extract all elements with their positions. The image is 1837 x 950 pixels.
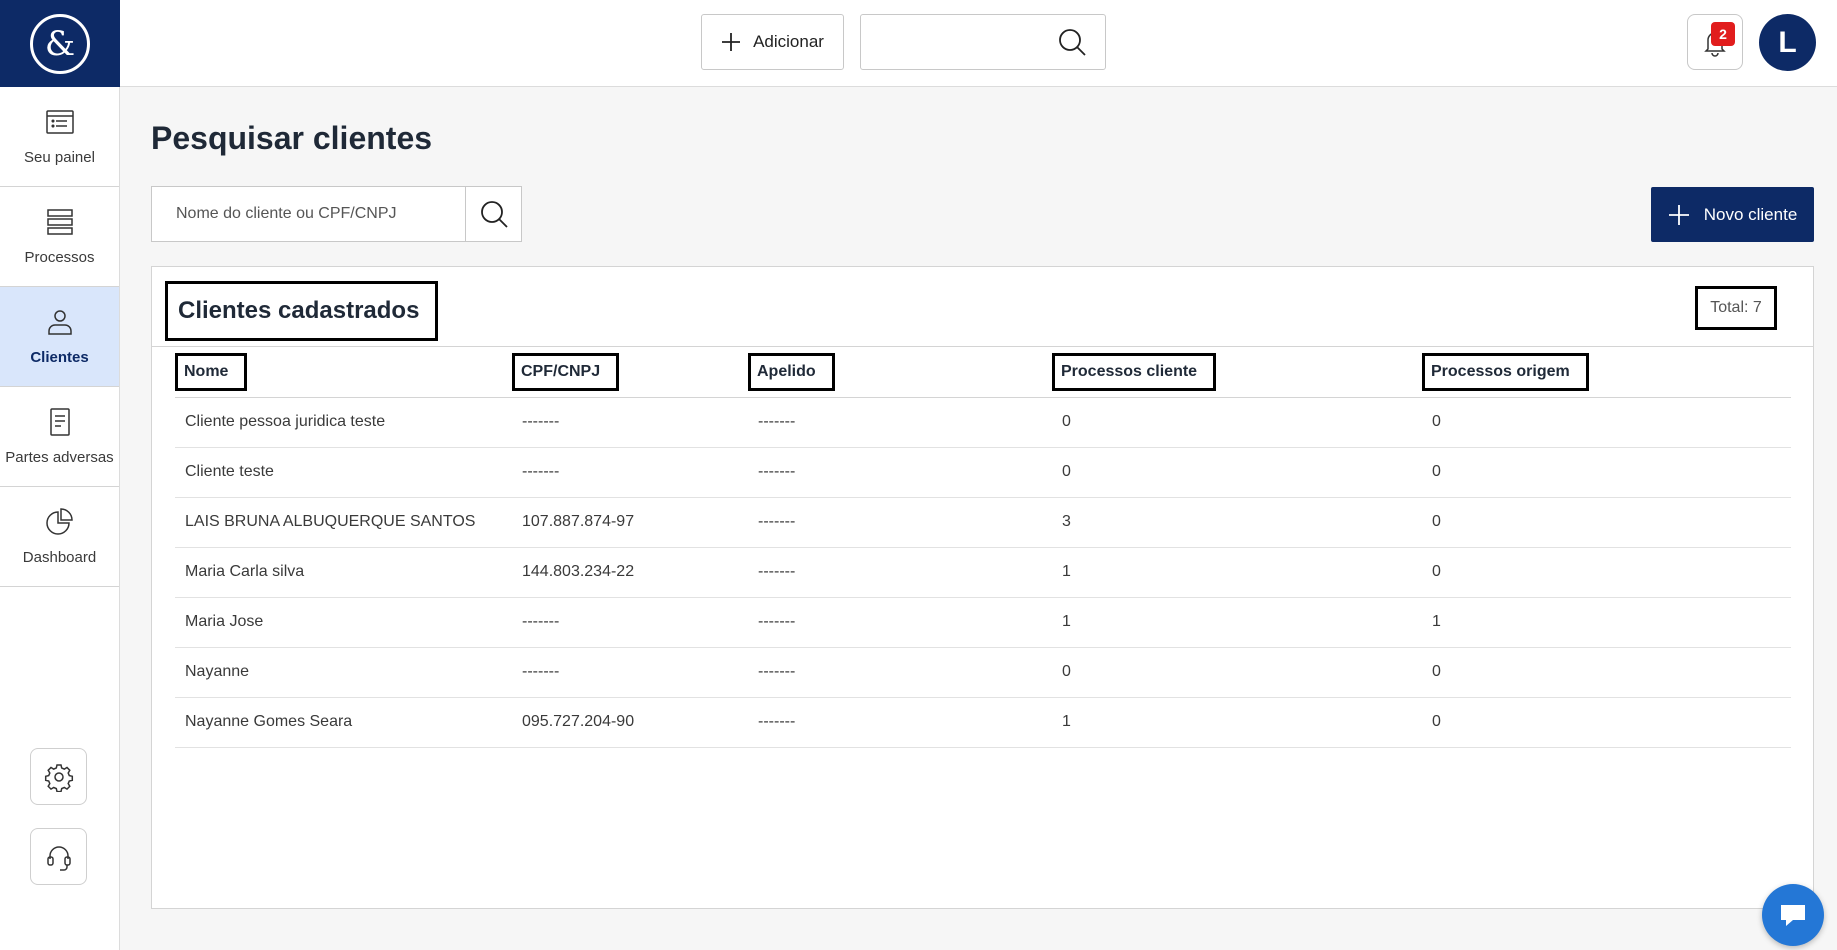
- add-button[interactable]: Adicionar: [701, 14, 844, 70]
- dashboard-list-icon: [45, 110, 74, 134]
- table-row[interactable]: Maria Jose ------- ------- 1 1: [175, 597, 1791, 648]
- sidebar-item-clientes[interactable]: Clientes: [0, 287, 119, 387]
- cell-nome: Nayanne: [175, 647, 512, 698]
- cell-nome: Cliente teste: [175, 447, 512, 498]
- cell-apelido: -------: [748, 647, 1052, 698]
- clients-card: Clientes cadastrados Total: 7 Nome CPF/C…: [151, 266, 1814, 909]
- sidebar-item-label: Clientes: [30, 349, 89, 366]
- total-count: Total: 7: [1695, 286, 1777, 330]
- client-search: [151, 186, 522, 242]
- search-icon[interactable]: [1057, 27, 1087, 57]
- cell-processos-origem: 0: [1422, 397, 1791, 448]
- chat-button[interactable]: [1762, 884, 1824, 946]
- cell-processos-origem: 0: [1422, 547, 1791, 598]
- search-icon: [480, 201, 508, 228]
- sidebar-item-partes-adversas[interactable]: Partes adversas: [0, 387, 119, 487]
- sidebar-item-seu-painel[interactable]: Seu painel: [0, 87, 119, 187]
- support-button[interactable]: [30, 828, 87, 885]
- cell-cpf-cnpj: -------: [512, 397, 748, 448]
- cell-processos-origem: 1: [1422, 597, 1791, 648]
- cell-processos-cliente: 0: [1052, 447, 1422, 498]
- headset-icon: [46, 845, 71, 871]
- cell-processos-cliente: 1: [1052, 547, 1422, 598]
- gear-icon: [44, 763, 73, 792]
- cell-cpf-cnpj: -------: [512, 647, 748, 698]
- card-title: Clientes cadastrados: [165, 281, 439, 341]
- column-header-processos-origem[interactable]: Processos origem: [1422, 347, 1791, 398]
- table-row[interactable]: Nayanne Gomes Seara 095.727.204-90 -----…: [175, 697, 1791, 748]
- top-bar: Adicionar 2 L: [120, 0, 1837, 87]
- cell-apelido: -------: [748, 697, 1052, 748]
- client-search-button[interactable]: [465, 187, 521, 241]
- global-search: [860, 14, 1106, 70]
- cell-apelido: -------: [748, 597, 1052, 648]
- cell-processos-origem: 0: [1422, 647, 1791, 698]
- person-icon: [47, 310, 72, 335]
- cell-processos-origem: 0: [1422, 497, 1791, 548]
- clients-table: Nome CPF/CNPJ Apelido Processos cliente …: [175, 347, 1791, 748]
- notification-badge: 2: [1711, 22, 1735, 46]
- pie-chart-icon: [45, 508, 73, 535]
- sidebar: & Seu painel Processos Clientes Partes a…: [0, 0, 120, 950]
- column-header-apelido[interactable]: Apelido: [748, 347, 1052, 398]
- plus-icon: [722, 33, 741, 51]
- table-row[interactable]: Maria Carla silva 144.803.234-22 -------…: [175, 547, 1791, 598]
- logo-ampersand-icon: &: [30, 13, 90, 74]
- cell-nome: Nayanne Gomes Seara: [175, 697, 512, 748]
- cell-nome: LAIS BRUNA ALBUQUERQUE SANTOS: [175, 497, 512, 548]
- cell-apelido: -------: [748, 547, 1052, 598]
- new-client-button[interactable]: Novo cliente: [1651, 187, 1814, 242]
- cell-processos-cliente: 3: [1052, 497, 1422, 548]
- cell-cpf-cnpj: -------: [512, 597, 748, 648]
- plus-icon: [1668, 204, 1689, 225]
- sidebar-item-label: Partes adversas: [5, 449, 114, 466]
- sidebar-item-label: Seu painel: [24, 149, 95, 166]
- sidebar-item-label: Processos: [24, 249, 95, 266]
- settings-button[interactable]: [30, 748, 87, 805]
- global-search-input[interactable]: [861, 15, 1051, 69]
- cell-apelido: -------: [748, 497, 1052, 548]
- sidebar-item-processos[interactable]: Processos: [0, 187, 119, 287]
- cell-processos-cliente: 0: [1052, 397, 1422, 448]
- cell-processos-cliente: 1: [1052, 597, 1422, 648]
- cell-nome: Cliente pessoa juridica teste: [175, 397, 512, 448]
- cell-processos-origem: 0: [1422, 697, 1791, 748]
- sidebar-item-dashboard[interactable]: Dashboard: [0, 487, 119, 587]
- cell-apelido: -------: [748, 447, 1052, 498]
- cell-nome: Maria Jose: [175, 597, 512, 648]
- column-header-processos-cliente[interactable]: Processos cliente: [1052, 347, 1422, 398]
- table-row[interactable]: Nayanne ------- ------- 0 0: [175, 647, 1791, 698]
- cell-cpf-cnpj: 095.727.204-90: [512, 697, 748, 748]
- avatar[interactable]: L: [1759, 14, 1816, 71]
- client-search-input[interactable]: [152, 187, 466, 241]
- cell-processos-cliente: 0: [1052, 647, 1422, 698]
- stack-icon: [46, 209, 73, 235]
- table-header-row: Nome CPF/CNPJ Apelido Processos cliente …: [175, 347, 1791, 398]
- table-row[interactable]: Cliente pessoa juridica teste ------- --…: [175, 397, 1791, 448]
- cell-processos-cliente: 1: [1052, 697, 1422, 748]
- app-logo[interactable]: &: [0, 0, 120, 87]
- cell-cpf-cnpj: 107.887.874-97: [512, 497, 748, 548]
- table-row[interactable]: Cliente teste ------- ------- 0 0: [175, 447, 1791, 498]
- new-client-label: Novo cliente: [1703, 204, 1798, 224]
- sidebar-item-label: Dashboard: [22, 549, 97, 566]
- document-icon: [49, 408, 70, 436]
- chat-bubble-icon: [1781, 905, 1805, 926]
- cell-nome: Maria Carla silva: [175, 547, 512, 598]
- column-header-cpf-cnpj[interactable]: CPF/CNPJ: [512, 347, 748, 398]
- cell-cpf-cnpj: 144.803.234-22: [512, 547, 748, 598]
- notifications-button[interactable]: 2: [1687, 14, 1743, 70]
- cell-apelido: -------: [748, 397, 1052, 448]
- table-row[interactable]: LAIS BRUNA ALBUQUERQUE SANTOS 107.887.87…: [175, 497, 1791, 548]
- page-title: Pesquisar clientes: [151, 120, 433, 156]
- cell-processos-origem: 0: [1422, 447, 1791, 498]
- add-button-label: Adicionar: [753, 32, 824, 51]
- column-header-nome[interactable]: Nome: [175, 347, 512, 398]
- cell-cpf-cnpj: -------: [512, 447, 748, 498]
- clients-card-header: Clientes cadastrados Total: 7: [152, 267, 1813, 347]
